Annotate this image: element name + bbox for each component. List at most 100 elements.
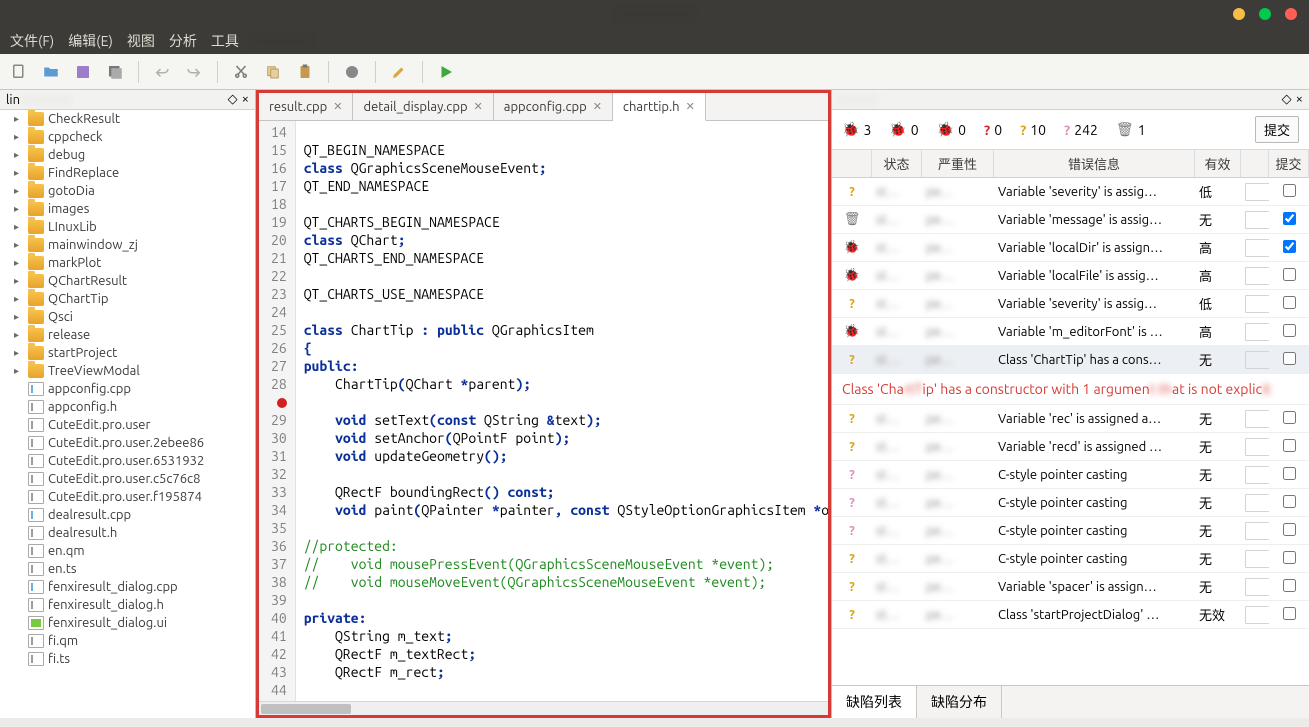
defect-row[interactable]: ?st…pe…C-style pointer casting无: [832, 545, 1309, 573]
horizontal-scrollbar[interactable]: [259, 701, 828, 715]
submit-checkbox[interactable]: [1283, 411, 1296, 424]
defect-row[interactable]: 🐞st…pe…Variable 'm_editorFont' is …高: [832, 318, 1309, 346]
submit-checkbox[interactable]: [1283, 579, 1296, 592]
submit-checkbox[interactable]: [1283, 240, 1296, 253]
defect-row[interactable]: ?st…pe…Class 'startProjectDialog' …无效: [832, 601, 1309, 629]
float-icon[interactable]: ◇: [1282, 92, 1292, 107]
defect-row[interactable]: 🐞st…pe…Variable 'localFile' is assig…高: [832, 262, 1309, 290]
defect-row[interactable]: ?st…pe…Variable 'recd' is assigned …无: [832, 433, 1309, 461]
maximize-button[interactable]: [1259, 8, 1271, 20]
tree-folder[interactable]: ▸startProject: [0, 344, 255, 362]
submit-checkbox[interactable]: [1283, 523, 1296, 536]
tree-file[interactable]: appconfig.cpp: [0, 380, 255, 398]
defect-row[interactable]: ?st…pe…Variable 'rec' is assigned a…无: [832, 405, 1309, 433]
value-box[interactable]: [1245, 323, 1269, 341]
submit-checkbox[interactable]: [1283, 439, 1296, 452]
tree-file[interactable]: fi.ts: [0, 650, 255, 668]
open-folder-icon[interactable]: [40, 61, 62, 83]
tree-file[interactable]: fenxiresult_dialog.cpp: [0, 578, 255, 596]
tree-folder[interactable]: ▸QChartResult: [0, 272, 255, 290]
code-area[interactable]: 141516171819202122232425262728 293031323…: [259, 121, 828, 701]
value-box[interactable]: [1245, 550, 1269, 568]
value-box[interactable]: [1245, 438, 1269, 456]
value-box[interactable]: [1245, 522, 1269, 540]
tree-folder[interactable]: ▸CheckResult: [0, 110, 255, 128]
submit-checkbox[interactable]: [1283, 184, 1296, 197]
paste-icon[interactable]: [294, 61, 316, 83]
close-panel-icon[interactable]: ×: [242, 92, 249, 107]
value-box[interactable]: [1245, 239, 1269, 257]
tree-folder[interactable]: ▸QChartTip: [0, 290, 255, 308]
submit-checkbox[interactable]: [1283, 495, 1296, 508]
defect-row[interactable]: 🗑st…pe…Variable 'message' is assig…无: [832, 206, 1309, 234]
submit-checkbox[interactable]: [1283, 324, 1296, 337]
submit-checkbox[interactable]: [1283, 296, 1296, 309]
col-valid[interactable]: 有效: [1195, 150, 1241, 177]
tree-folder[interactable]: ▸mainwindow_zj: [0, 236, 255, 254]
save-all-icon[interactable]: [104, 61, 126, 83]
defect-row[interactable]: 🐞st…pe…Variable 'localDir' is assign…高: [832, 234, 1309, 262]
defect-row[interactable]: ?st…pe…C-style pointer casting无: [832, 517, 1309, 545]
col-submit[interactable]: 提交: [1269, 150, 1309, 177]
tree-file[interactable]: CuteEdit.pro.user: [0, 416, 255, 434]
close-tab-icon[interactable]: ✕: [333, 100, 342, 113]
close-tab-icon[interactable]: ✕: [474, 100, 483, 113]
tree-file[interactable]: fenxiresult_dialog.ui: [0, 614, 255, 632]
defect-row[interactable]: ?st…pe…C-style pointer casting无: [832, 489, 1309, 517]
submit-checkbox[interactable]: [1283, 212, 1296, 225]
file-tree[interactable]: ▸CheckResult▸cppcheck▸debug▸FindReplace ▸…: [0, 110, 255, 718]
tree-folder[interactable]: ▸TreeViewModal: [0, 362, 255, 380]
value-box[interactable]: [1245, 351, 1269, 369]
tree-file[interactable]: dealresult.cpp: [0, 506, 255, 524]
tree-folder[interactable]: ▸markPlot: [0, 254, 255, 272]
defect-table-body[interactable]: ?st…pe…Variable 'severity' is assig…低🗑st…: [832, 178, 1309, 685]
value-box[interactable]: [1245, 183, 1269, 201]
value-box[interactable]: [1245, 295, 1269, 313]
value-box[interactable]: [1245, 578, 1269, 596]
tree-file[interactable]: CuteEdit.pro.user.2ebee86: [0, 434, 255, 452]
float-icon[interactable]: ◇: [228, 92, 238, 107]
copy-icon[interactable]: [262, 61, 284, 83]
tree-file[interactable]: appconfig.h: [0, 398, 255, 416]
tree-folder[interactable]: ▸release: [0, 326, 255, 344]
defect-row[interactable]: ?st…pe…Variable 'severity' is assig…低: [832, 290, 1309, 318]
defect-row[interactable]: ?st…pe…C-style pointer casting无: [832, 461, 1309, 489]
submit-button[interactable]: 提交: [1255, 116, 1299, 143]
value-box[interactable]: [1245, 410, 1269, 428]
tree-folder[interactable]: ▸LInuxLib: [0, 218, 255, 236]
undo-icon[interactable]: [151, 61, 173, 83]
menu-analyze[interactable]: 分析: [169, 31, 197, 51]
defect-row[interactable]: ?st…pe…Variable 'severity' is assig…低: [832, 178, 1309, 206]
editor-tab[interactable]: detail_display.cpp✕: [353, 93, 493, 120]
minimize-button[interactable]: [1233, 8, 1245, 20]
close-tab-icon[interactable]: ✕: [593, 100, 602, 113]
value-box[interactable]: [1245, 606, 1269, 624]
save-icon[interactable]: [72, 61, 94, 83]
tree-folder[interactable]: ▸FindReplace: [0, 164, 255, 182]
value-box[interactable]: [1245, 494, 1269, 512]
defect-row[interactable]: ?st…pe…Variable 'spacer' is assign…无: [832, 573, 1309, 601]
col-severity[interactable]: 严重性: [922, 150, 994, 177]
cut-icon[interactable]: [230, 61, 252, 83]
tree-file[interactable]: CuteEdit.pro.user.c5c76c8: [0, 470, 255, 488]
tree-folder[interactable]: ▸cppcheck: [0, 128, 255, 146]
new-file-icon[interactable]: [8, 61, 30, 83]
tree-file[interactable]: en.qm: [0, 542, 255, 560]
tree-file[interactable]: CuteEdit.pro.user.f195874: [0, 488, 255, 506]
defect-row[interactable]: ?st…pe…Class 'ChartTip' has a cons…无: [832, 346, 1309, 374]
menu-file[interactable]: 文件(F): [10, 31, 54, 51]
tree-file[interactable]: en.ts: [0, 560, 255, 578]
breakpoint-icon[interactable]: [277, 398, 287, 408]
settings-icon[interactable]: [341, 61, 363, 83]
menu-tools[interactable]: 工具: [211, 31, 239, 51]
tree-file[interactable]: fenxiresult_dialog.h: [0, 596, 255, 614]
value-box[interactable]: [1245, 211, 1269, 229]
redo-icon[interactable]: [183, 61, 205, 83]
code-text[interactable]: QT_BEGIN_NAMESPACEclass QGraphicsSceneMo…: [296, 121, 828, 701]
run-icon[interactable]: [435, 61, 457, 83]
tree-folder[interactable]: ▸debug: [0, 146, 255, 164]
tab-defect-dist[interactable]: 缺陷分布: [917, 686, 1002, 718]
tree-folder[interactable]: ▸images: [0, 200, 255, 218]
value-box[interactable]: [1245, 466, 1269, 484]
editor-tab[interactable]: charttip.h✕: [613, 93, 706, 121]
